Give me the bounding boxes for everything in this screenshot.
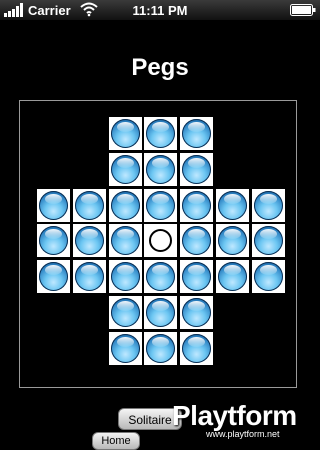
- peg[interactable]: [182, 154, 212, 184]
- board-cell-r4-c1[interactable]: [72, 260, 106, 294]
- board-cell-r2-c5[interactable]: [216, 188, 249, 222]
- board-cell-r0-c3[interactable]: [144, 117, 178, 150]
- home-button[interactable]: Home: [92, 432, 140, 450]
- peg[interactable]: [146, 262, 176, 292]
- board-cell-r6-c4[interactable]: [180, 331, 214, 365]
- board-cell-r3-c6[interactable]: [251, 224, 285, 258]
- peg[interactable]: [110, 119, 140, 148]
- peg[interactable]: [218, 190, 247, 220]
- peg[interactable]: [39, 190, 68, 220]
- board-cell-r5-c3[interactable]: [144, 296, 178, 329]
- peg[interactable]: [110, 262, 140, 292]
- peg[interactable]: [110, 226, 140, 256]
- peg[interactable]: [110, 298, 140, 327]
- board-cell-r1-c4[interactable]: [180, 152, 214, 186]
- board-cell-r3-c4[interactable]: [180, 224, 214, 258]
- peg[interactable]: [110, 154, 140, 184]
- peg[interactable]: [182, 333, 212, 363]
- empty-hole[interactable]: [149, 229, 173, 253]
- watermark-brand: Playtform: [172, 400, 297, 431]
- peg[interactable]: [182, 262, 212, 292]
- peg[interactable]: [146, 333, 176, 363]
- peg[interactable]: [110, 190, 140, 220]
- peg[interactable]: [218, 262, 247, 292]
- peg[interactable]: [182, 226, 212, 256]
- peg[interactable]: [146, 154, 176, 184]
- board-cell-r0-c2[interactable]: [108, 117, 142, 150]
- board-cell-r0-c4[interactable]: [180, 117, 214, 150]
- board-cell-r2-c3[interactable]: [144, 188, 178, 222]
- board-cell-r4-c5[interactable]: [216, 260, 249, 294]
- peg[interactable]: [182, 298, 212, 327]
- board-cell-r3-c5[interactable]: [216, 224, 249, 258]
- board-cell-r1-c2[interactable]: [108, 152, 142, 186]
- board-cell-r2-c4[interactable]: [180, 188, 214, 222]
- board-cell-r4-c3[interactable]: [144, 260, 178, 294]
- board-cell-r4-c4[interactable]: [180, 260, 214, 294]
- peg[interactable]: [110, 333, 140, 363]
- board-cell-r3-c0[interactable]: [37, 224, 70, 258]
- board-cell-r6-c3[interactable]: [144, 331, 178, 365]
- board-cell-r5-c2[interactable]: [108, 296, 142, 329]
- peg[interactable]: [146, 190, 176, 220]
- watermark: Playtform www.playtform.net: [166, 400, 320, 442]
- peg[interactable]: [74, 190, 104, 220]
- peg[interactable]: [253, 226, 283, 256]
- board-cell-r2-c0[interactable]: [37, 188, 70, 222]
- battery-icon: [290, 4, 316, 16]
- peg[interactable]: [39, 226, 68, 256]
- watermark-url: www.playtform.net: [206, 429, 280, 439]
- peg[interactable]: [218, 226, 247, 256]
- game-board: [19, 100, 297, 388]
- peg[interactable]: [182, 119, 212, 148]
- page-title: Pegs: [131, 54, 189, 81]
- board-cell-r6-c2[interactable]: [108, 331, 142, 365]
- board-cell-r2-c6[interactable]: [251, 188, 285, 222]
- board-cell-r4-c6[interactable]: [251, 260, 285, 294]
- board-cell-r2-c1[interactable]: [72, 188, 106, 222]
- status-bar: Carrier 11:11 PM: [0, 0, 320, 20]
- status-time: 11:11 PM: [132, 3, 188, 18]
- peg[interactable]: [253, 262, 283, 292]
- peg[interactable]: [74, 226, 104, 256]
- board-cell-r3-c1[interactable]: [72, 224, 106, 258]
- peg[interactable]: [253, 190, 283, 220]
- peg[interactable]: [146, 298, 176, 327]
- board-cell-r3-c2[interactable]: [108, 224, 142, 258]
- board-cell-r4-c2[interactable]: [108, 260, 142, 294]
- peg[interactable]: [182, 190, 212, 220]
- board-cell-r5-c4[interactable]: [180, 296, 214, 329]
- peg[interactable]: [74, 262, 104, 292]
- board-cell-r4-c0[interactable]: [37, 260, 70, 294]
- peg[interactable]: [146, 119, 176, 148]
- board-cell-r3-c3[interactable]: [144, 224, 178, 258]
- board-cell-r2-c2[interactable]: [108, 188, 142, 222]
- peg[interactable]: [39, 262, 68, 292]
- board-cell-r1-c3[interactable]: [144, 152, 178, 186]
